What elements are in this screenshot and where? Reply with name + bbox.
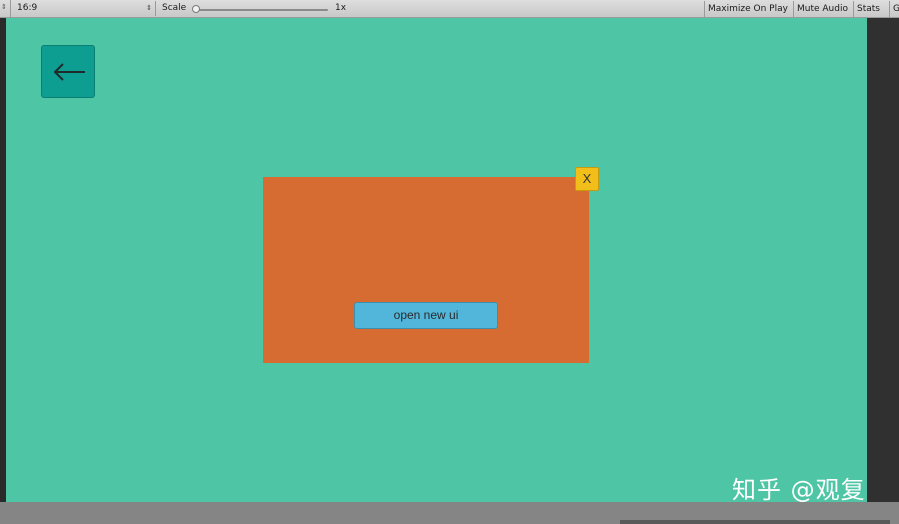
watermark: 知乎 @观复 — [732, 476, 866, 504]
maximize-on-play-toggle[interactable]: Maximize On Play — [704, 1, 793, 17]
unity-game-view: ⇕ 16:9 ⇕ Scale 1x Maximize On Play Mute … — [0, 0, 899, 524]
open-new-ui-button[interactable]: open new ui — [354, 302, 498, 329]
scale-value: 1x — [335, 3, 347, 13]
bottom-status-bar — [0, 502, 899, 524]
dropdown-arrows-icon: ⇕ — [1, 3, 7, 11]
gizmos-dropdown[interactable]: G — [889, 1, 899, 17]
arrow-left-icon — [53, 63, 85, 81]
aspect-ratio-label: 16:9 — [17, 3, 38, 13]
horizontal-scrollbar[interactable] — [620, 520, 890, 524]
mute-audio-toggle[interactable]: Mute Audio — [793, 1, 853, 17]
scale-label: Scale — [162, 3, 187, 13]
scale-slider-thumb[interactable] — [192, 5, 200, 13]
stats-toggle[interactable]: Stats — [853, 1, 889, 17]
back-button[interactable] — [41, 45, 95, 98]
popup-panel — [263, 177, 589, 363]
right-border — [867, 18, 899, 502]
aspect-ratio-dropdown[interactable]: 16:9 ⇕ — [12, 1, 156, 16]
dropdown-arrows-icon: ⇕ — [146, 4, 152, 12]
display-dropdown[interactable]: ⇕ — [0, 0, 11, 17]
scale-slider-track[interactable] — [194, 9, 328, 11]
game-view-toolbar: ⇕ 16:9 ⇕ Scale 1x Maximize On Play Mute … — [0, 0, 899, 18]
close-button[interactable]: X — [575, 167, 599, 191]
